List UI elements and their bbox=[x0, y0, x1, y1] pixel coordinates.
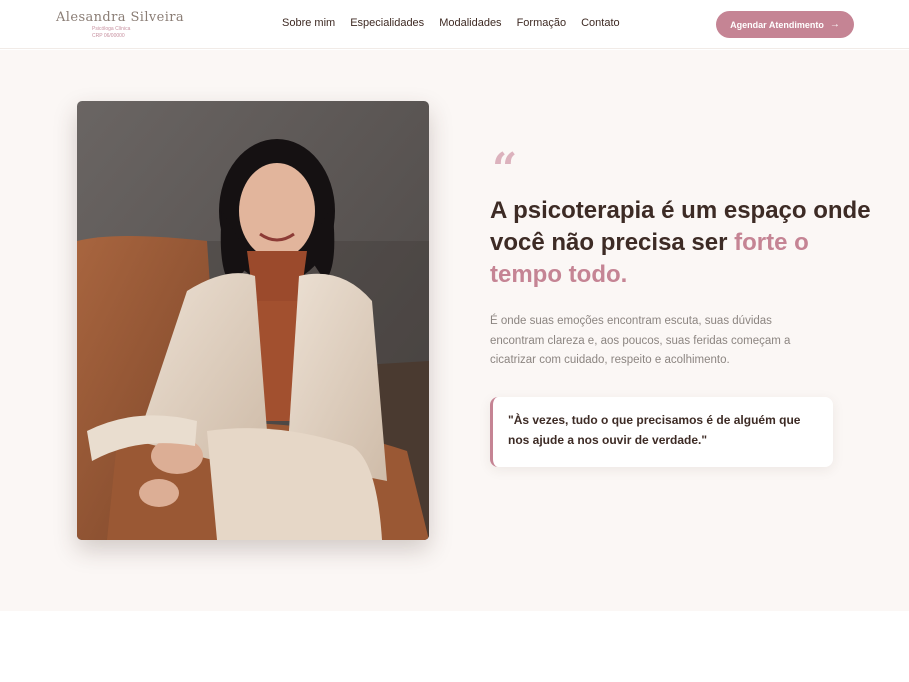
pull-quote: "Às vezes, tudo o que precisamos é de al… bbox=[490, 397, 833, 467]
headline-text: A psicoterapia é um espaço onde você não… bbox=[490, 197, 871, 256]
schedule-button[interactable]: Agendar Atendimento → bbox=[716, 11, 854, 38]
logo-subtitle-2: CRP 06/00000 bbox=[92, 33, 125, 39]
portrait-illustration bbox=[77, 101, 429, 540]
pull-quote-text: "Às vezes, tudo o que precisamos é de al… bbox=[508, 413, 801, 447]
quote-mark-icon: “ bbox=[492, 144, 518, 195]
nav-formacao[interactable]: Formação bbox=[517, 17, 567, 29]
nav-especialidades[interactable]: Especialidades bbox=[350, 17, 424, 29]
arrow-right-icon: → bbox=[829, 19, 840, 30]
nav-modalidades[interactable]: Modalidades bbox=[439, 17, 501, 29]
nav-contato[interactable]: Contato bbox=[581, 17, 620, 29]
logo[interactable]: Alesandra Silveira Psicóloga Clínica CRP… bbox=[56, 10, 184, 39]
schedule-button-label: Agendar Atendimento bbox=[730, 19, 824, 30]
logo-subtitle-1: Psicóloga Clínica bbox=[92, 26, 131, 32]
nav-sobre-mim[interactable]: Sobre mim bbox=[282, 17, 335, 29]
hero-headline: A psicoterapia é um espaço onde você não… bbox=[490, 195, 880, 291]
site-header: Alesandra Silveira Psicóloga Clínica CRP… bbox=[0, 0, 909, 49]
portrait-photo bbox=[77, 101, 429, 540]
logo-name: Alesandra Silveira bbox=[56, 10, 185, 25]
hero-paragraph: É onde suas emoções encontram escuta, su… bbox=[490, 315, 791, 366]
main-nav: Sobre mim Especialidades Modalidades For… bbox=[282, 17, 635, 29]
